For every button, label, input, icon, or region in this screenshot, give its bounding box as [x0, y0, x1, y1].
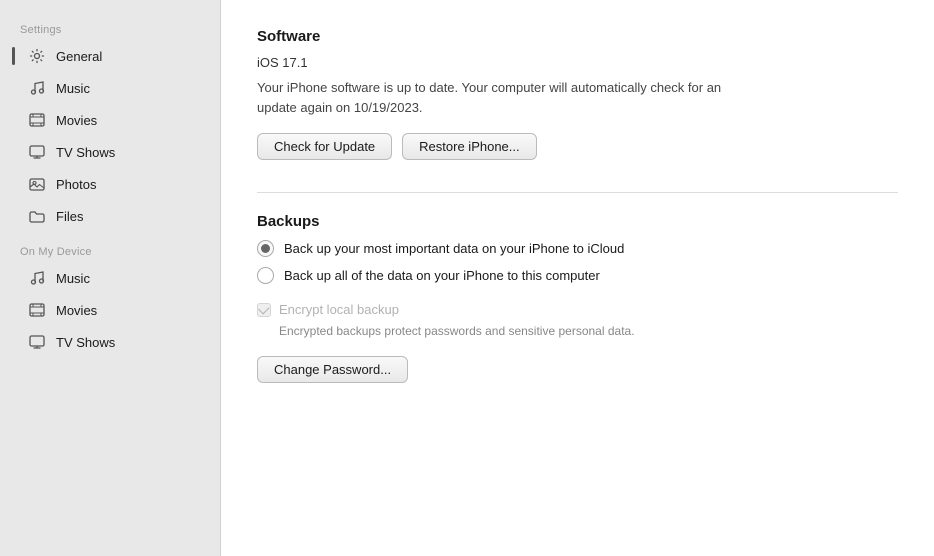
sidebar-item-files[interactable]: Files — [6, 200, 214, 232]
main-content: Software iOS 17.1 Your iPhone software i… — [220, 0, 934, 556]
software-section-title: Software — [257, 28, 898, 45]
folder-icon — [28, 207, 46, 225]
backups-section: Backups Back up your most important data… — [257, 213, 898, 383]
software-description: Your iPhone software is up to date. Your… — [257, 78, 757, 117]
backup-radio-group: Back up your most important data on your… — [257, 240, 898, 284]
sidebar-item-files-label: Files — [56, 209, 83, 224]
music-icon — [28, 79, 46, 97]
sidebar-item-device-movies[interactable]: Movies — [6, 294, 214, 326]
software-section: Software iOS 17.1 Your iPhone software i… — [257, 28, 898, 160]
photo-icon — [28, 175, 46, 193]
film-icon — [28, 111, 46, 129]
restore-iphone-button[interactable]: Restore iPhone... — [402, 133, 536, 160]
backup-icloud-label: Back up your most important data on your… — [284, 241, 624, 256]
device-music-icon — [28, 269, 46, 287]
sidebar-item-music[interactable]: Music — [6, 72, 214, 104]
section-divider — [257, 192, 898, 193]
device-tv-icon — [28, 333, 46, 351]
backup-icloud-radio[interactable] — [257, 240, 274, 257]
backup-icloud-option[interactable]: Back up your most important data on your… — [257, 240, 898, 257]
sidebar-item-general[interactable]: General — [6, 40, 214, 72]
sidebar-item-general-label: General — [56, 49, 102, 64]
sidebar-item-device-music[interactable]: Music — [6, 262, 214, 294]
sidebar-item-movies[interactable]: Movies — [6, 104, 214, 136]
sidebar-item-photos-label: Photos — [56, 177, 96, 192]
sidebar-item-photos[interactable]: Photos — [6, 168, 214, 200]
backup-computer-radio[interactable] — [257, 267, 274, 284]
encrypt-checkbox[interactable] — [257, 303, 271, 317]
sidebar-item-device-music-label: Music — [56, 271, 90, 286]
device-film-icon — [28, 301, 46, 319]
change-password-button[interactable]: Change Password... — [257, 356, 408, 383]
tv-icon — [28, 143, 46, 161]
sidebar-item-device-tvshows[interactable]: TV Shows — [6, 326, 214, 358]
encrypt-label: Encrypt local backup — [279, 302, 399, 317]
backup-computer-option[interactable]: Back up all of the data on your iPhone t… — [257, 267, 898, 284]
settings-section-label: Settings — [0, 16, 220, 40]
check-update-button[interactable]: Check for Update — [257, 133, 392, 160]
sidebar-item-device-movies-label: Movies — [56, 303, 97, 318]
sidebar-item-tvshows[interactable]: TV Shows — [6, 136, 214, 168]
backups-section-title: Backups — [257, 213, 898, 230]
change-password-row: Change Password... — [257, 356, 898, 383]
backup-computer-label: Back up all of the data on your iPhone t… — [284, 268, 600, 283]
software-button-row: Check for Update Restore iPhone... — [257, 133, 898, 160]
check-mark-icon — [258, 303, 269, 314]
sidebar-item-tvshows-label: TV Shows — [56, 145, 115, 160]
sidebar-item-device-tvshows-label: TV Shows — [56, 335, 115, 350]
encrypt-row: Encrypt local backup — [257, 302, 898, 317]
sidebar-item-movies-label: Movies — [56, 113, 97, 128]
sidebar-item-music-label: Music — [56, 81, 90, 96]
sidebar: Settings General Music — [0, 0, 220, 556]
software-version: iOS 17.1 — [257, 55, 898, 70]
encrypt-description: Encrypted backups protect passwords and … — [279, 323, 898, 340]
on-device-section-label: On My Device — [0, 238, 220, 262]
gear-icon — [28, 47, 46, 65]
